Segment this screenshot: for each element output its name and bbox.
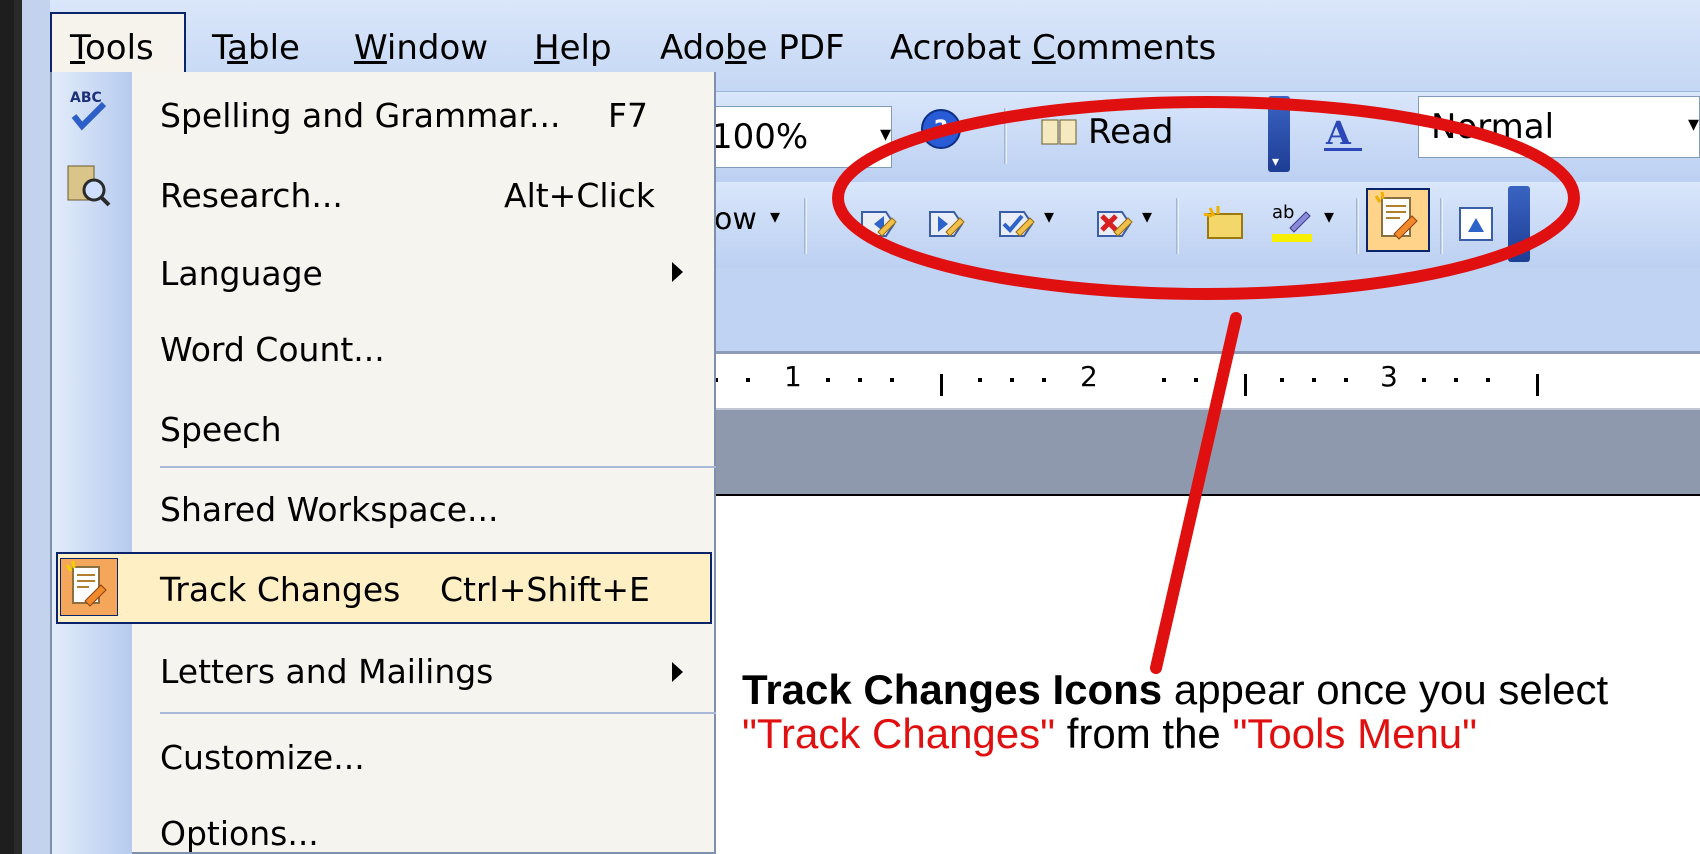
toolbar-separator	[804, 198, 807, 254]
callout-text-part: appear once you select	[1162, 666, 1609, 713]
shortcut-research: Alt+Click	[504, 176, 655, 215]
menu-window[interactable]: Window	[354, 28, 488, 68]
toolbar-overflow-chevron[interactable]: ▾	[1268, 96, 1290, 172]
menu-tools[interactable]: Tools	[70, 28, 154, 68]
ruler-half-mark	[1244, 374, 1247, 396]
help-icon[interactable]: ?	[918, 106, 964, 152]
read-book-icon[interactable]	[1038, 112, 1082, 152]
menu-item-language[interactable]: Language	[160, 254, 323, 293]
svg-text:?: ?	[934, 115, 948, 143]
horizontal-ruler: 1 2 3	[650, 354, 1700, 410]
ruler-tick	[1042, 378, 1046, 382]
svg-text:ABC: ABC	[70, 90, 102, 106]
ruler-tick	[1344, 378, 1348, 382]
submenu-arrow-icon	[672, 262, 683, 282]
reject-change-icon[interactable]	[1092, 202, 1136, 246]
menu-item-customize[interactable]: Customize...	[160, 738, 365, 777]
styles-icon[interactable]: A	[1320, 110, 1366, 156]
zoom-dropdown-arrow[interactable]: ▾	[880, 122, 891, 147]
read-button-label[interactable]: Read	[1088, 112, 1173, 152]
ruler-tick	[1454, 378, 1458, 382]
menu-table[interactable]: Table	[212, 28, 300, 68]
ruler-number-2: 2	[1080, 360, 1098, 393]
style-combo[interactable]: Normal	[1418, 96, 1700, 158]
ruler-tick	[1194, 378, 1198, 382]
document-margin-area	[650, 410, 1700, 494]
menu-item-word-count[interactable]: Word Count...	[160, 330, 385, 369]
shortcut-spelling: F7	[608, 96, 648, 135]
menu-item-options[interactable]: Options...	[160, 814, 319, 853]
highlight-icon[interactable]: ab	[1270, 198, 1314, 242]
svg-text:A: A	[1325, 114, 1352, 152]
style-dropdown-arrow[interactable]: ▾	[1688, 112, 1699, 137]
ruler-tick	[1486, 378, 1490, 382]
menu-item-shared-workspace[interactable]: Shared Workspace...	[160, 490, 499, 529]
left-pane-strip	[14, 0, 50, 854]
callout-text: Track Changes Icons appear once you sele…	[742, 668, 1682, 756]
menu-item-speech[interactable]: Speech	[160, 410, 282, 449]
window-left-edge	[0, 0, 14, 854]
menu-acrobat-comments[interactable]: Acrobat Comments	[890, 28, 1216, 68]
ruler-tick	[1312, 378, 1316, 382]
toolbar-separator	[1440, 198, 1443, 254]
ruler-tick	[1280, 378, 1284, 382]
callout-red-text: "Tools Menu"	[1232, 710, 1478, 757]
ruler-tick	[1162, 378, 1166, 382]
menu-separator	[160, 466, 716, 468]
ruler-number-3: 3	[1380, 360, 1398, 393]
callout-bold-text: Track Changes Icons	[742, 666, 1163, 713]
previous-change-icon[interactable]	[856, 202, 900, 246]
callout-red-text: "Track Changes"	[742, 710, 1056, 757]
menu-adobe-pdf[interactable]: Adobe PDF	[660, 28, 845, 68]
reviewing-toolbar-chevron[interactable]: ▾	[1508, 186, 1530, 262]
menu-help[interactable]: Help	[534, 28, 612, 68]
ruler-half-mark	[1536, 374, 1539, 396]
show-dropdown-arrow[interactable]: ▾	[770, 204, 780, 228]
ruler-tick	[978, 378, 982, 382]
zoom-combo[interactable]: 100%	[698, 106, 892, 168]
ruler-tick	[826, 378, 830, 382]
menu-item-spelling-grammar[interactable]: Spelling and Grammar...	[160, 96, 561, 135]
research-icon	[64, 160, 111, 207]
svg-text:ab: ab	[1272, 202, 1294, 223]
ruler-number-1: 1	[784, 360, 802, 393]
shortcut-track-changes: Ctrl+Shift+E	[440, 570, 650, 609]
menu-item-letters-mailings[interactable]: Letters and Mailings	[160, 652, 493, 691]
accept-change-dropdown-arrow[interactable]: ▾	[1044, 204, 1054, 228]
reviewing-pane-icon[interactable]	[1454, 202, 1498, 246]
toolbar-separator	[1356, 198, 1359, 254]
spelling-abc-icon: ABC	[66, 86, 110, 131]
ruler-half-mark	[940, 374, 943, 396]
reject-change-dropdown-arrow[interactable]: ▾	[1142, 204, 1152, 228]
ruler-tick	[890, 378, 894, 382]
submenu-arrow-icon	[672, 662, 683, 682]
track-changes-toolbar-button[interactable]	[1366, 188, 1430, 252]
highlight-dropdown-arrow[interactable]: ▾	[1324, 204, 1334, 228]
toolbar-separator	[1004, 108, 1007, 164]
menu-separator	[160, 712, 716, 714]
ruler-tick	[1422, 378, 1426, 382]
next-change-icon[interactable]	[924, 202, 968, 246]
ruler-tick	[746, 378, 750, 382]
accept-change-icon[interactable]	[994, 202, 1038, 246]
menu-item-track-changes[interactable]: Track Changes	[160, 570, 400, 609]
toolbar-separator	[1176, 198, 1179, 254]
insert-comment-icon[interactable]	[1202, 202, 1246, 246]
ruler-tick	[858, 378, 862, 382]
show-button-label[interactable]: ow	[714, 202, 757, 237]
ruler-tick	[1010, 378, 1014, 382]
callout-text-part: from the	[1055, 710, 1233, 757]
track-changes-icon	[60, 558, 118, 616]
menu-item-research[interactable]: Research...	[160, 176, 343, 215]
